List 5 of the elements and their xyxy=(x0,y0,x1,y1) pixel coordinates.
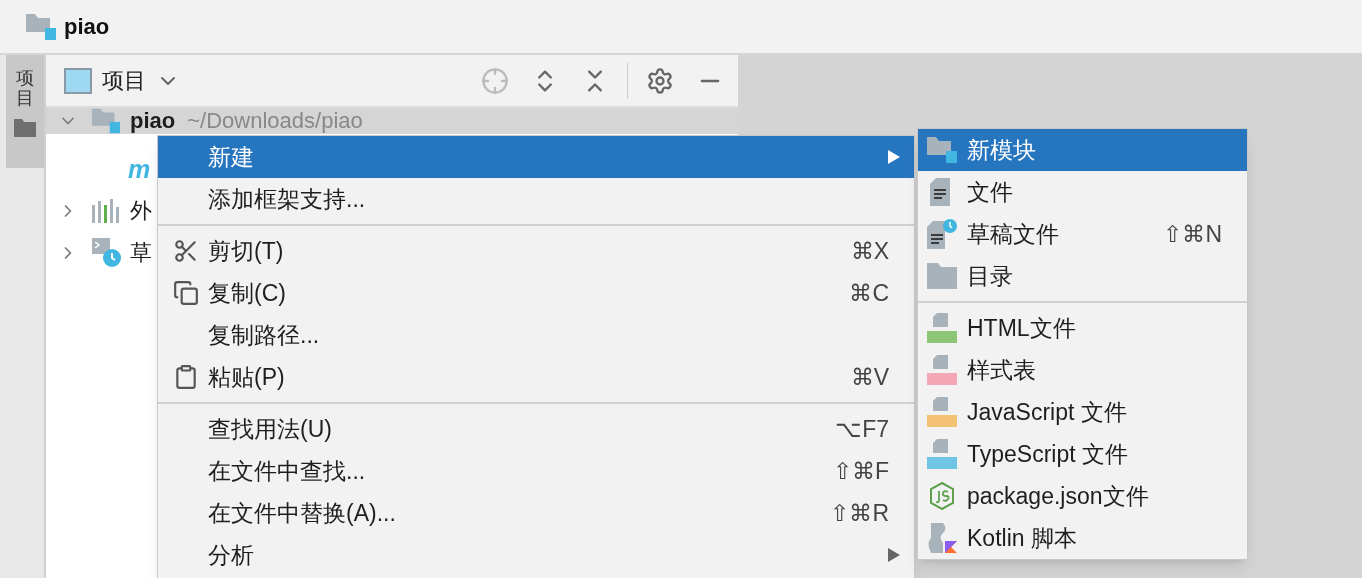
window-title: piao xyxy=(64,13,110,41)
tree-label: piao xyxy=(130,108,176,134)
tree-label: 外 xyxy=(130,198,152,224)
tree-path: ~/Downloads/piao xyxy=(187,108,363,134)
tree-label: 草 xyxy=(130,240,152,266)
